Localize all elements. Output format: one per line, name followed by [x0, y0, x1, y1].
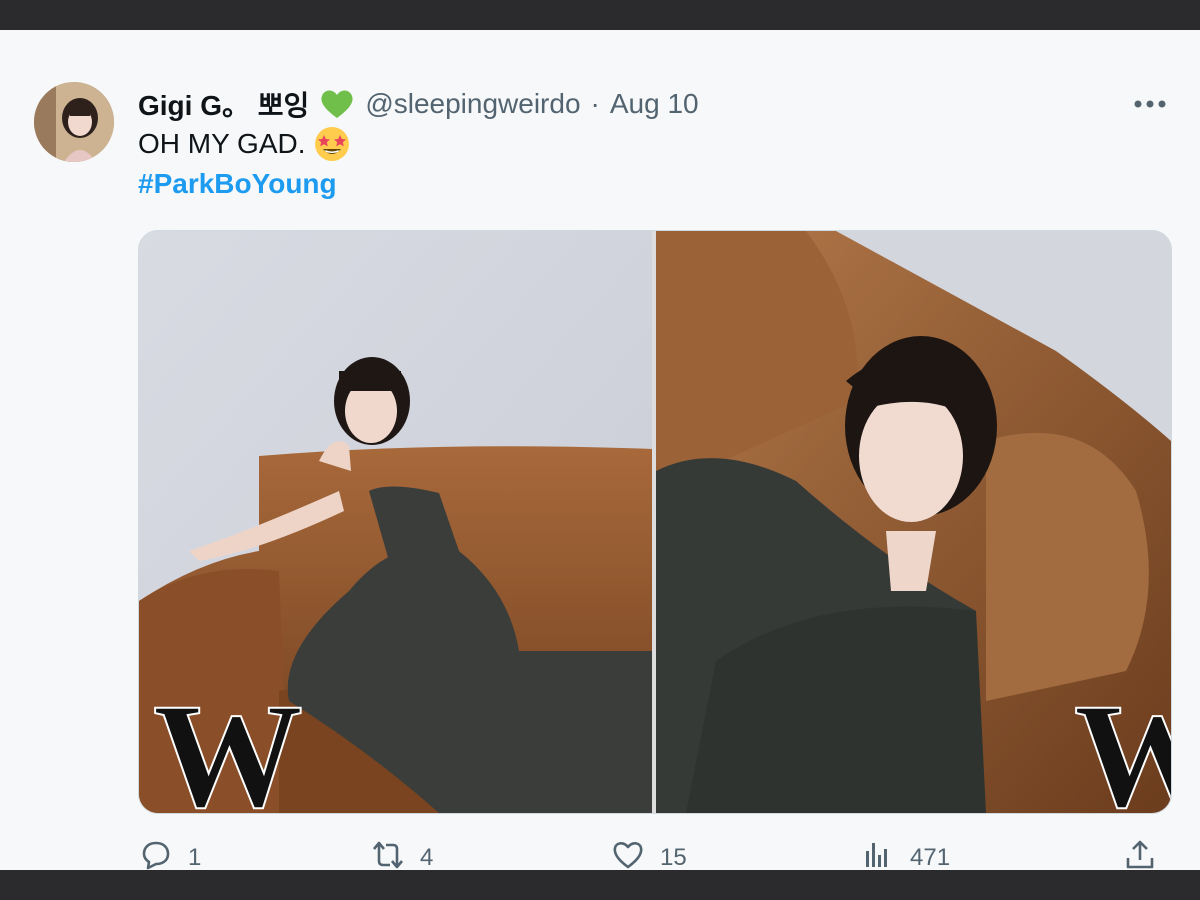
- like-count: 15: [660, 844, 687, 871]
- photo-right[interactable]: W: [656, 231, 1171, 813]
- green-heart-icon: [319, 88, 355, 120]
- window-bottom-bar: [0, 870, 1200, 900]
- tweet-header: Gigi G。 뽀잉 @sleepingweirdo · Aug 10: [138, 84, 699, 124]
- separator-dot: ·: [590, 88, 600, 119]
- tweet-date[interactable]: Aug 10: [610, 88, 699, 120]
- avatar[interactable]: [34, 82, 114, 162]
- w-magazine-logo: W: [152, 673, 304, 813]
- w-magazine-logo: W: [1073, 680, 1171, 813]
- media-grid: W W: [138, 230, 1172, 814]
- hashtag-link[interactable]: #ParkBoYoung: [138, 168, 337, 200]
- photo-left[interactable]: W: [139, 231, 652, 813]
- user-handle[interactable]: @sleepingweirdo: [365, 88, 580, 120]
- tweet-card: Gigi G。 뽀잉 @sleepingweirdo · Aug 10 OH M…: [0, 30, 1200, 871]
- retweet-count: 4: [420, 844, 434, 871]
- reply-count: 1: [188, 844, 202, 871]
- view-count: 471: [910, 844, 951, 871]
- display-name[interactable]: Gigi G。 뽀잉: [138, 84, 309, 124]
- more-options-icon[interactable]: [1128, 86, 1172, 122]
- tweet-text-content: OH MY GAD.: [138, 128, 306, 159]
- tweet-text: OH MY GAD.: [138, 126, 350, 162]
- star-struck-emoji-icon: [314, 126, 350, 162]
